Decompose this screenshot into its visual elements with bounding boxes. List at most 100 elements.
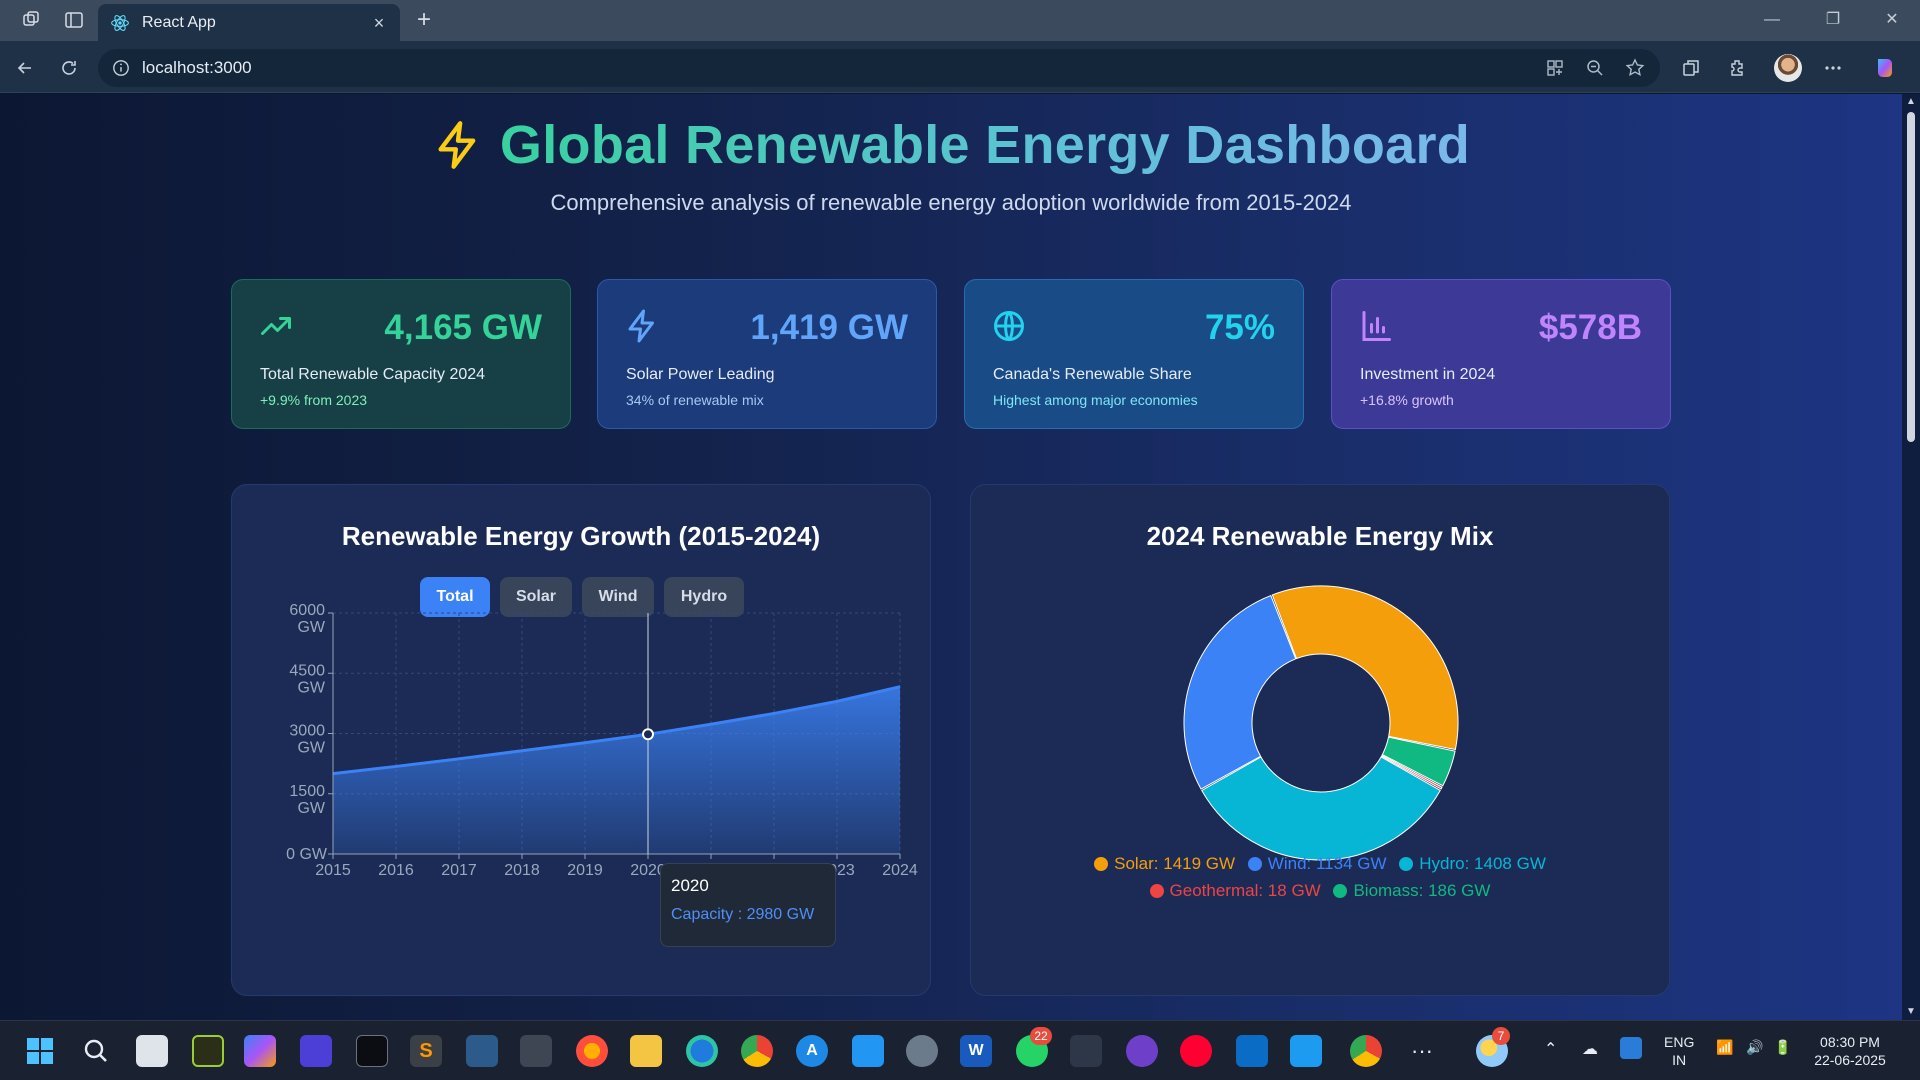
terminal-icon[interactable] [356, 1035, 388, 1067]
bar-chart-icon [1362, 311, 1391, 341]
app-store-icon[interactable]: A [796, 1035, 828, 1067]
notepad-icon[interactable] [852, 1035, 884, 1067]
workspaces-icon[interactable] [20, 9, 42, 31]
scrollbar-thumb[interactable] [1907, 112, 1915, 442]
wifi-icon[interactable]: 📶 [1716, 1039, 1733, 1056]
close-window-icon[interactable]: ✕ [1872, 8, 1912, 32]
virtualbox-icon[interactable] [1070, 1035, 1102, 1067]
energy-mix-panel: 2024 Renewable Energy Mix Solar: 1419 GW… [970, 484, 1670, 996]
scroll-down-icon[interactable]: ▼ [1905, 1006, 1917, 1018]
donut-slice-hydro [1201, 756, 1441, 861]
unity-icon[interactable] [520, 1035, 552, 1067]
tab-title: React App [142, 13, 216, 31]
hover-point [642, 728, 654, 741]
more-options-icon[interactable] [1820, 55, 1846, 81]
chrome-profile-icon[interactable] [1350, 1035, 1382, 1067]
github-desktop-icon[interactable] [1126, 1035, 1158, 1067]
zoom-icon[interactable] [1585, 58, 1607, 80]
weather-badge: 7 [1492, 1027, 1510, 1045]
clock[interactable]: 08:30 PM 22-06-2025 [1810, 1033, 1890, 1069]
stat-value: $578B [1538, 308, 1642, 347]
minimize-icon[interactable]: — [1752, 8, 1792, 32]
globe-icon [994, 311, 1024, 341]
legend-item-solar[interactable]: Solar: 1419 GW [1094, 854, 1235, 874]
profile-avatar[interactable] [1774, 54, 1802, 82]
y-tick-label: 3000 [289, 723, 325, 740]
scroll-up-icon[interactable]: ▲ [1905, 96, 1917, 108]
task-view-icon[interactable] [136, 1035, 168, 1067]
tab-react-app[interactable]: React App × [98, 4, 400, 41]
y-tick-unit: GW [297, 679, 325, 696]
copilot-icon[interactable] [1872, 55, 1898, 81]
security-shield-icon[interactable] [1620, 1037, 1642, 1059]
stat-label: Total Renewable Capacity 2024 [260, 366, 486, 383]
vscode-icon[interactable] [1236, 1035, 1268, 1067]
tooltip-label: 2020 [671, 876, 709, 895]
y-tick-label: 6000 [289, 602, 325, 619]
firefox-icon[interactable] [576, 1035, 608, 1067]
more-apps-icon[interactable]: ··· [1406, 1035, 1438, 1067]
stat-card-total-capacity: 4,165 GW Total Renewable Capacity 2024 +… [231, 279, 571, 429]
react-icon [111, 14, 129, 31]
stat-value: 1,419 GW [750, 308, 908, 347]
legend-item-hydro[interactable]: Hydro: 1408 GW [1399, 854, 1546, 874]
page-viewport: Global Renewable Energy Dashboard Compre… [0, 94, 1920, 1020]
word-icon[interactable]: W [960, 1035, 992, 1067]
windows-start-icon[interactable] [24, 1035, 56, 1067]
chrome-icon[interactable] [741, 1035, 773, 1067]
legend-item-geothermal[interactable]: Geothermal: 18 GW [1149, 881, 1321, 901]
energy-mix-legend-row2: Geothermal: 18 GW Biomass: 186 GW [971, 881, 1669, 903]
stat-note: Highest among major economies [993, 392, 1198, 408]
refresh-icon[interactable] [56, 55, 82, 81]
donut-slice-wind [1183, 594, 1297, 790]
x-tick-label: 2015 [315, 862, 351, 879]
vertical-tabs-icon[interactable] [63, 9, 85, 31]
youtube-music-icon[interactable] [1180, 1035, 1212, 1067]
x-tick-label: 2018 [504, 862, 540, 879]
page-scrollbar[interactable]: ▲ ▼ [1902, 94, 1920, 1020]
restore-icon[interactable]: ❐ [1813, 8, 1853, 32]
search-icon[interactable] [80, 1035, 112, 1067]
onedrive-icon[interactable]: ☁ [1582, 1039, 1598, 1059]
stat-label: Canada's Renewable Share [993, 366, 1192, 383]
url-field[interactable]: localhost:3000 [98, 49, 1660, 87]
area-fill [333, 686, 900, 854]
stat-card-solar: 1,419 GW Solar Power Leading 34% of rene… [597, 279, 937, 429]
url-text: localhost:3000 [142, 58, 252, 77]
stat-note: 34% of renewable mix [626, 392, 764, 408]
x-tick-label: 2024 [882, 862, 918, 879]
copilot-app-icon[interactable] [244, 1035, 276, 1067]
favorite-star-icon[interactable] [1625, 58, 1647, 80]
back-icon[interactable] [12, 55, 38, 81]
collections-icon[interactable] [1678, 55, 1704, 81]
energy-mix-donut-chart[interactable] [971, 485, 1671, 997]
stat-card-investment: $578B Investment in 2024 +16.8% growth [1331, 279, 1671, 429]
edge-icon[interactable] [686, 1035, 718, 1067]
new-tab-icon[interactable]: + [410, 6, 438, 34]
y-tick-label: 0 GW [286, 846, 328, 863]
legend-item-biomass[interactable]: Biomass: 186 GW [1333, 881, 1490, 901]
app-icon-2[interactable] [1290, 1035, 1322, 1067]
growth-chart-panel: Renewable Energy Growth (2015-2024) Tota… [231, 484, 931, 996]
stat-note: +16.8% growth [1360, 392, 1454, 408]
energy-mix-legend: Solar: 1419 GW Wind: 1134 GW Hydro: 1408… [971, 854, 1669, 876]
stat-value: 75% [1204, 308, 1275, 347]
close-tab-icon[interactable]: × [370, 14, 388, 32]
app-icon[interactable] [300, 1035, 332, 1067]
language-indicator[interactable]: ENG IN [1664, 1033, 1694, 1069]
tray-chevron-icon[interactable]: ⌃ [1544, 1039, 1557, 1059]
settings-gear-icon[interactable] [906, 1035, 938, 1067]
pycharm-icon[interactable] [192, 1035, 224, 1067]
mysql-workbench-icon[interactable] [466, 1035, 498, 1067]
app-available-icon[interactable] [1545, 58, 1567, 80]
extensions-icon[interactable] [1724, 55, 1750, 81]
legend-item-wind[interactable]: Wind: 1134 GW [1247, 854, 1387, 874]
battery-icon[interactable]: 🔋 [1774, 1039, 1791, 1056]
x-tick-label: 2019 [567, 862, 603, 879]
file-explorer-icon[interactable] [630, 1035, 662, 1067]
sublime-text-icon[interactable]: S [410, 1035, 442, 1067]
y-tick-unit: GW [297, 619, 325, 636]
volume-icon[interactable]: 🔊 [1746, 1039, 1763, 1056]
info-icon[interactable] [112, 59, 130, 77]
zap-icon [628, 309, 654, 343]
